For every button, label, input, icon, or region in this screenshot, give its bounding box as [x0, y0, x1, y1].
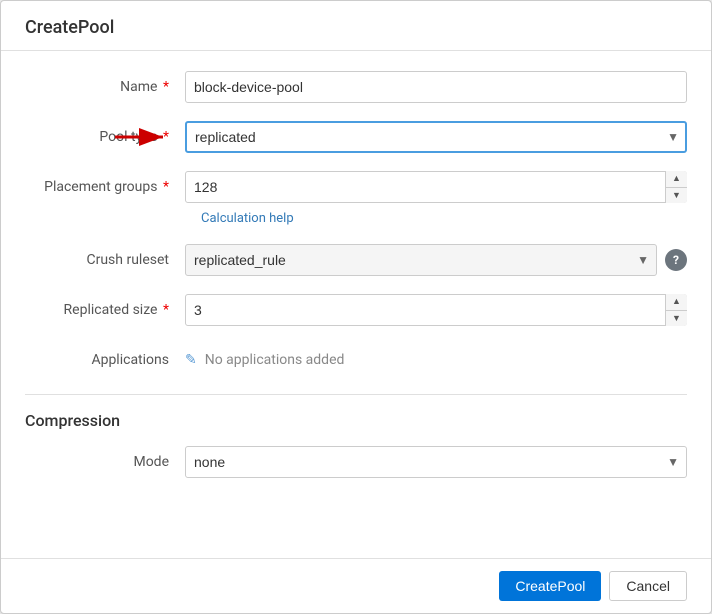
mode-select-wrap: none aggressive passive force ▼ — [185, 446, 687, 478]
mode-label: Mode — [25, 446, 185, 478]
section-divider — [25, 394, 687, 395]
dialog-body: Name * Pool type * — [1, 51, 711, 558]
applications-wrapper: ✎ No applications added — [185, 352, 687, 368]
replicated-size-label: Replicated size * — [25, 294, 185, 326]
crush-ruleset-label: Crush ruleset — [25, 244, 185, 276]
replicated-size-spinner-buttons: ▲ ▼ — [665, 294, 687, 326]
name-field-group: Name * — [25, 71, 687, 103]
replicated-size-required: * — [163, 302, 169, 318]
dialog-title: CreatePool — [25, 17, 687, 38]
replicated-size-spinner: ▲ ▼ — [185, 294, 687, 326]
applications-edit-icon[interactable]: ✎ — [185, 352, 197, 368]
calculation-help-link[interactable]: Calculation help — [201, 211, 687, 226]
no-applications-text: No applications added — [205, 352, 345, 368]
create-pool-dialog: CreatePool Name * Pool type * — [0, 0, 712, 614]
placement-groups-spinner: ▲ ▼ — [185, 171, 687, 203]
placement-groups-increment[interactable]: ▲ — [666, 171, 687, 188]
dialog-footer: CreatePool Cancel — [1, 558, 711, 613]
placement-groups-input[interactable] — [185, 171, 687, 203]
mode-field-group: Mode none aggressive passive force ▼ — [25, 446, 687, 478]
pool-type-select[interactable]: replicated erasure — [185, 121, 687, 153]
replicated-size-input[interactable] — [185, 294, 687, 326]
name-required: * — [163, 79, 169, 95]
replicated-size-decrement[interactable]: ▼ — [666, 311, 687, 327]
create-pool-button[interactable]: CreatePool — [499, 571, 601, 601]
pool-type-label: Pool type * — [25, 121, 185, 153]
compression-section-title: Compression — [25, 411, 687, 430]
cancel-button[interactable]: Cancel — [609, 571, 687, 601]
applications-label: Applications — [25, 344, 185, 376]
crush-ruleset-select-wrap: replicated_rule ▼ — [185, 244, 657, 276]
applications-field-group: Applications ✎ No applications added — [25, 344, 687, 376]
pool-type-select-wrapper: replicated erasure ▼ — [185, 121, 687, 153]
name-label: Name * — [25, 71, 185, 103]
placement-groups-required: * — [163, 179, 169, 195]
placement-groups-decrement[interactable]: ▼ — [666, 188, 687, 204]
crush-ruleset-field-group: Crush ruleset replicated_rule ▼ ? — [25, 244, 687, 276]
replicated-size-increment[interactable]: ▲ — [666, 294, 687, 311]
name-input[interactable] — [185, 71, 687, 103]
placement-groups-spinner-buttons: ▲ ▼ — [665, 171, 687, 203]
replicated-size-field-group: Replicated size * ▲ ▼ — [25, 294, 687, 326]
mode-select[interactable]: none aggressive passive force — [185, 446, 687, 478]
crush-ruleset-select[interactable]: replicated_rule — [185, 244, 657, 276]
crush-ruleset-help-icon[interactable]: ? — [665, 249, 687, 271]
pool-type-required: * — [163, 129, 169, 145]
dialog-header: CreatePool — [1, 1, 711, 51]
pool-type-field-group: Pool type * replicated erasure — [25, 121, 687, 153]
placement-groups-field-group: Placement groups * ▲ ▼ — [25, 171, 687, 203]
placement-groups-label: Placement groups * — [25, 171, 185, 203]
crush-ruleset-wrapper: replicated_rule ▼ ? — [185, 244, 687, 276]
